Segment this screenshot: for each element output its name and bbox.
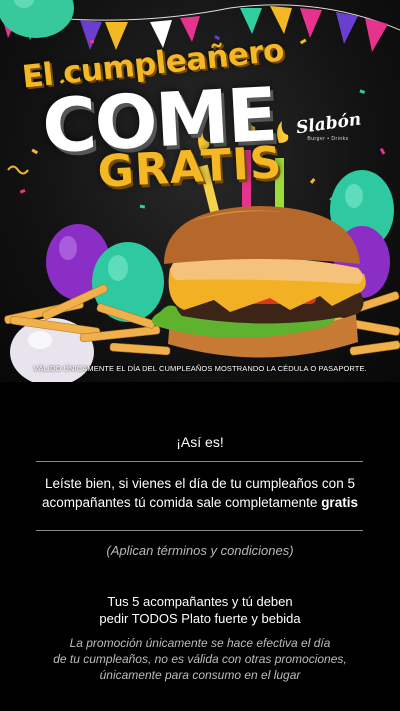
brand-logo: Slabón Burger • Drinks: [295, 109, 362, 154]
logo-wordmark: Slabón: [294, 109, 363, 139]
promo-banner: El cumpleañero COME GRATIS Slabón Burger…: [0, 0, 400, 382]
burger: [151, 206, 366, 358]
promo-heading: ¡Así es!: [176, 434, 224, 450]
divider-bottom: [36, 530, 363, 531]
promo-details: ¡Así es! Leíste bien, si vienes el día d…: [0, 382, 400, 711]
order-requirement: Tus 5 acompañantes y tú deben pedir TODO…: [40, 593, 360, 627]
order-requirement-line-2: pedir TODOS Plato fuerte y bebida: [99, 611, 301, 626]
order-requirement-line-1: Tus 5 acompañantes y tú deben: [107, 594, 293, 609]
divider-top: [36, 461, 363, 462]
restrictions-line-2: de tu cumpleaños, no es válida con otras…: [53, 652, 347, 666]
title-line-3: GRATIS: [96, 137, 284, 198]
promo-restrictions: La promoción únicamente se hace efectiva…: [30, 635, 370, 683]
promo-description: Leíste bien, si vienes el día de tu cump…: [20, 474, 380, 512]
promo-description-text: Leíste bien, si vienes el día de tu cump…: [42, 476, 355, 510]
banner-disclaimer: VÁLIDO ÚNICAMENTE EL DÍA DEL CUMPLEAÑOS …: [33, 364, 367, 373]
promo-description-bold: gratis: [321, 495, 358, 510]
restrictions-line-3: únicamente para consumo en el lugar: [99, 668, 301, 682]
terms-note: (Aplican términos y condiciones): [106, 543, 294, 558]
restrictions-line-1: La promoción únicamente se hace efectiva…: [69, 636, 331, 650]
